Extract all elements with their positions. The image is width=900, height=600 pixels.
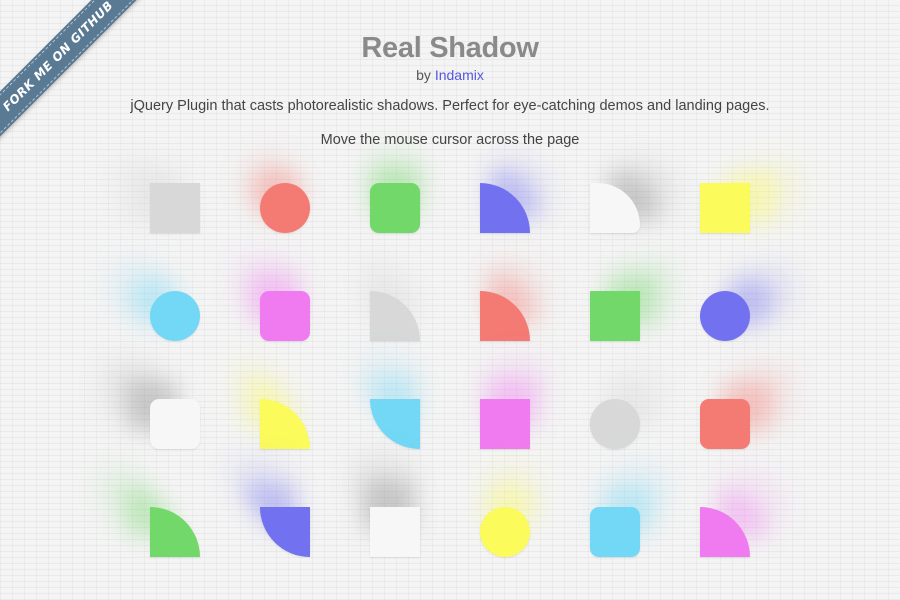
shadow-shape-red-quarter	[480, 291, 530, 341]
shadow-shape-pink-rounded	[260, 291, 310, 341]
shadow-shape-blue-quarter-flip	[260, 507, 310, 557]
shadow-shape-yellow-quarter	[260, 399, 310, 449]
shadow-shape-green-rounded	[370, 183, 420, 233]
shadow-shape-white-rounded	[150, 399, 200, 449]
shadow-shape-cyan-rounded	[590, 507, 640, 557]
shadow-shape-gray-quarter	[370, 291, 420, 341]
shadow-shape-blue-circle	[700, 291, 750, 341]
shadow-shape-green-quarter	[150, 507, 200, 557]
shadow-shape-green-square	[590, 291, 640, 341]
shadow-shape-pink-quarter	[700, 507, 750, 557]
shadow-shape-gray-circle	[590, 399, 640, 449]
shadow-shape-yellow-circle	[480, 507, 530, 557]
shadow-shape-red-rounded	[700, 399, 750, 449]
shadow-shape-cyan-quarter-flip	[370, 399, 420, 449]
shadow-shape-gray-square	[150, 183, 200, 233]
shadow-shape-pink-square	[480, 399, 530, 449]
shadow-shape-cyan-circle	[150, 291, 200, 341]
shadow-shape-blue-quarter	[480, 183, 530, 233]
shadow-shape-white-quarter-rounded	[590, 183, 640, 233]
shapes-grid	[0, 0, 900, 600]
shadow-shape-red-circle	[260, 183, 310, 233]
shadow-shape-yellow-square	[700, 183, 750, 233]
shadow-shape-white-square	[370, 507, 420, 557]
